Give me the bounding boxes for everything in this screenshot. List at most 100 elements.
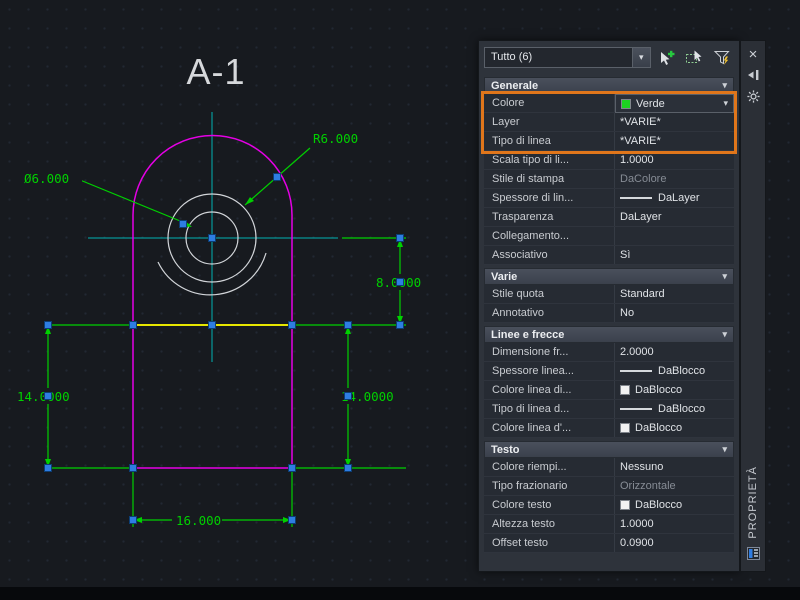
section-header-1[interactable]: Varie ▾ <box>484 268 734 285</box>
combo-dropdown-button[interactable]: ▾ <box>631 48 650 67</box>
property-row[interactable]: Collegamento... <box>484 227 734 246</box>
property-row[interactable]: Trasparenza DaLayer <box>484 208 734 227</box>
grip[interactable] <box>344 464 352 472</box>
chevron-down-icon[interactable]: ▾ <box>720 98 728 109</box>
close-button[interactable]: × <box>745 46 761 62</box>
quick-select-button[interactable] <box>709 45 734 70</box>
property-value[interactable]: DaBlocco <box>615 400 734 418</box>
property-row[interactable]: Colore testo DaBlocco <box>484 496 734 515</box>
pickadd-toggle-button[interactable] <box>654 45 679 70</box>
property-row[interactable]: Colore linea di... DaBlocco <box>484 381 734 400</box>
property-value[interactable]: DaBlocco <box>615 381 734 399</box>
grip[interactable] <box>396 321 404 329</box>
grip[interactable] <box>44 321 52 329</box>
property-row[interactable]: Tipo di linea *VARIE* <box>484 132 734 151</box>
grip[interactable] <box>273 173 281 181</box>
property-label: Offset testo <box>484 534 615 552</box>
property-row[interactable]: Offset testo 0.0900 <box>484 534 734 553</box>
property-row[interactable]: Scala tipo di li... 1.0000 <box>484 151 734 170</box>
select-objects-button[interactable] <box>682 45 707 70</box>
property-value[interactable]: Verde ▾ <box>615 94 734 113</box>
property-row[interactable]: Dimensione fr... 2.0000 <box>484 343 734 362</box>
object-selector-combo[interactable]: Tutto (6) ▾ <box>484 47 651 68</box>
property-label: Colore <box>484 94 615 112</box>
grip[interactable] <box>288 321 296 329</box>
property-label: Colore testo <box>484 496 615 514</box>
properties-palette: Tutto (6) ▾ Generale ▾ Colore Verde ▾ La… <box>478 40 740 572</box>
property-value[interactable]: Nessuno <box>615 458 734 476</box>
property-value[interactable]: DaLayer <box>615 208 734 226</box>
property-row[interactable]: Associativo Sì <box>484 246 734 265</box>
property-row[interactable]: Altezza testo 1.0000 <box>484 515 734 534</box>
property-row[interactable]: Spessore linea... DaBlocco <box>484 362 734 381</box>
property-label: Annotativo <box>484 304 615 322</box>
section-header-2[interactable]: Linee e frecce ▾ <box>484 326 734 343</box>
drawing-title-text[interactable]: A-1 <box>186 51 245 92</box>
property-label: Collegamento... <box>484 227 615 245</box>
grip[interactable] <box>288 464 296 472</box>
grip[interactable] <box>129 516 137 524</box>
chevron-down-icon[interactable]: ▾ <box>722 329 727 340</box>
property-value[interactable]: DaLayer <box>615 189 734 207</box>
property-value[interactable]: Standard <box>615 285 734 303</box>
grip[interactable] <box>288 516 296 524</box>
property-value[interactable]: 0.0900 <box>615 534 734 552</box>
property-value[interactable]: DaColore <box>615 170 734 188</box>
property-value[interactable] <box>615 227 734 245</box>
property-value[interactable]: No <box>615 304 734 322</box>
chevron-down-icon[interactable]: ▾ <box>722 444 727 455</box>
property-row[interactable]: Layer *VARIE* <box>484 113 734 132</box>
property-value[interactable]: Sì <box>615 246 734 264</box>
dimension-text-diameter[interactable]: Ø6.000 <box>24 171 69 186</box>
property-value[interactable]: *VARIE* <box>615 113 734 131</box>
property-value[interactable]: Orizzontale <box>615 477 734 495</box>
section-header-0[interactable]: Generale ▾ <box>484 77 734 94</box>
palette-title-bar[interactable]: × PROPRIETÀ <box>740 40 766 572</box>
property-row[interactable]: Colore Verde ▾ <box>484 94 734 113</box>
property-row[interactable]: Stile di stampa DaColore <box>484 170 734 189</box>
grip[interactable] <box>129 464 137 472</box>
selection-grips <box>44 173 404 524</box>
property-row[interactable]: Annotativo No <box>484 304 734 323</box>
property-value-text: 0.0900 <box>620 537 654 549</box>
property-row[interactable]: Stile quota Standard <box>484 285 734 304</box>
property-label: Scala tipo di li... <box>484 151 615 169</box>
property-value[interactable]: DaBlocco <box>615 362 734 380</box>
property-row[interactable]: Spessore di lin... DaLayer <box>484 189 734 208</box>
grip[interactable] <box>396 278 404 286</box>
property-value[interactable]: 1.0000 <box>615 151 734 169</box>
object-selector-value: Tutto (6) <box>491 51 533 63</box>
property-value[interactable]: DaBlocco <box>615 496 734 514</box>
property-value-text: 1.0000 <box>620 518 654 530</box>
section-title: Linee e frecce <box>491 328 565 341</box>
chevron-down-icon[interactable]: ▾ <box>722 271 727 282</box>
section-header-3[interactable]: Testo ▾ <box>484 441 734 458</box>
palette-menu-button[interactable] <box>745 88 761 104</box>
property-row[interactable]: Tipo frazionario Orizzontale <box>484 477 734 496</box>
grip[interactable] <box>129 321 137 329</box>
dimension-text-radius[interactable]: R6.000 <box>313 131 358 146</box>
grip[interactable] <box>396 234 404 242</box>
quick-select-icon <box>713 50 730 65</box>
property-row[interactable]: Tipo di linea d... DaBlocco <box>484 400 734 419</box>
grip[interactable] <box>208 234 216 242</box>
palette-title[interactable]: PROPRIETÀ <box>747 466 759 539</box>
grip[interactable] <box>208 321 216 329</box>
property-value[interactable]: 2.0000 <box>615 343 734 361</box>
grip[interactable] <box>344 392 352 400</box>
dimension-text-left[interactable]: 14.0000 <box>17 389 70 404</box>
grip[interactable] <box>44 464 52 472</box>
chevron-down-icon[interactable]: ▾ <box>722 80 727 91</box>
property-row[interactable]: Colore riempi... Nessuno <box>484 458 734 477</box>
grip[interactable] <box>179 220 187 228</box>
property-value[interactable]: DaBlocco <box>615 419 734 437</box>
auto-hide-button[interactable] <box>745 67 761 83</box>
grip[interactable] <box>344 321 352 329</box>
property-row[interactable]: Colore linea d'... DaBlocco <box>484 419 734 438</box>
property-value[interactable]: 1.0000 <box>615 515 734 533</box>
property-label: Stile di stampa <box>484 170 615 188</box>
grip[interactable] <box>44 392 52 400</box>
dimension-text-bottom[interactable]: 16.000 <box>176 513 221 528</box>
property-value[interactable]: *VARIE* <box>615 132 734 150</box>
color-swatch <box>620 385 630 395</box>
